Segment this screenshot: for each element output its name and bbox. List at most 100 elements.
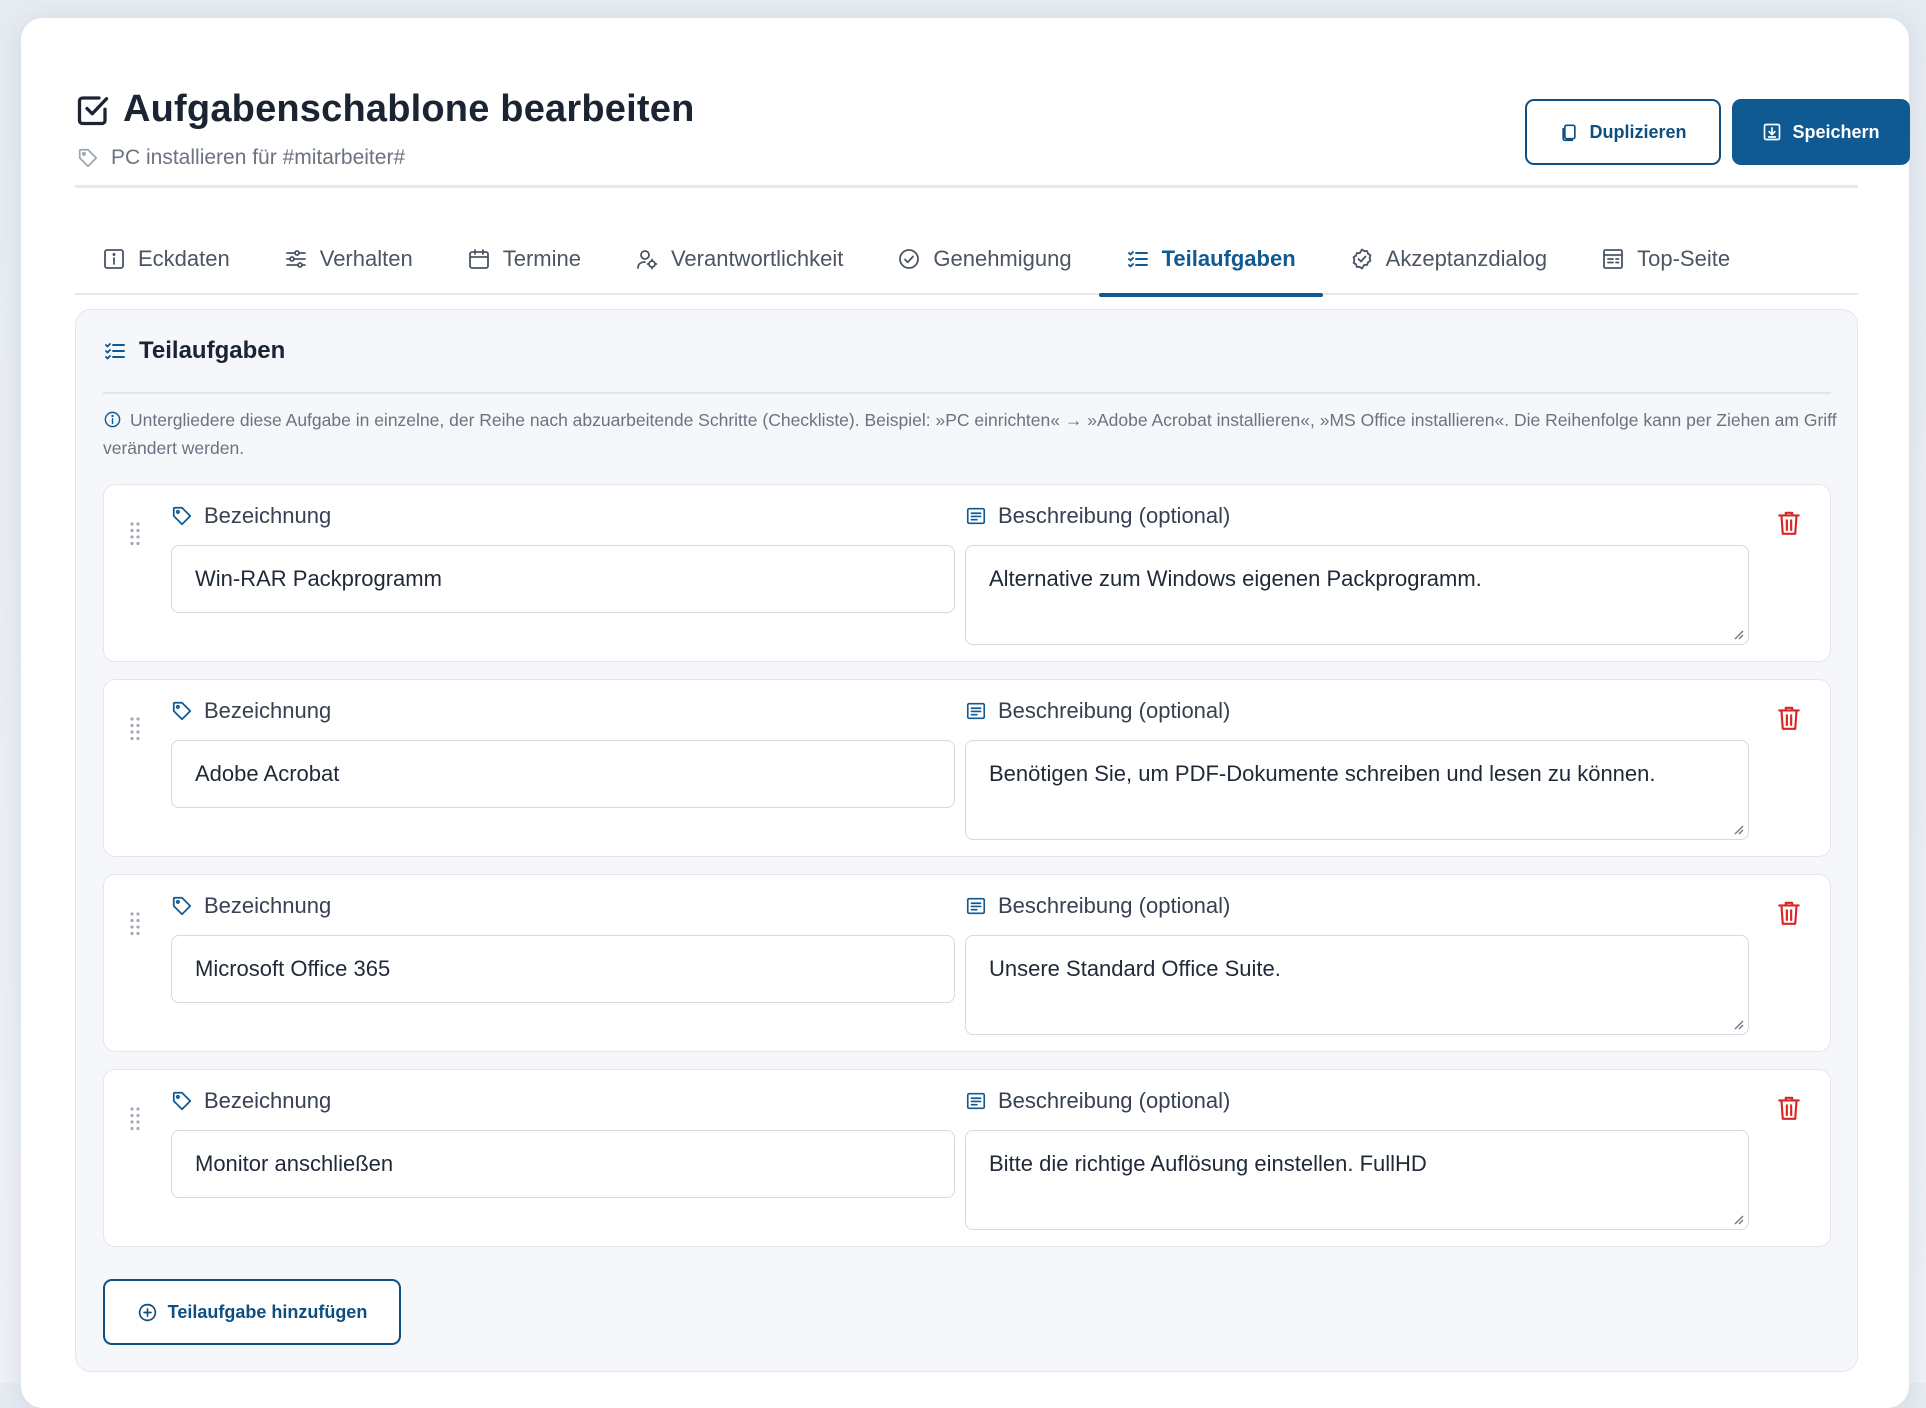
tab-label: Termine [502, 246, 581, 271]
description-label: Beschreibung (optional) [965, 1088, 1230, 1114]
tab-label: Top-Seite [1637, 246, 1731, 271]
layout-icon [1603, 249, 1624, 269]
subtask-name-input[interactable]: Monitor anschließen [171, 1130, 955, 1198]
name-label: Bezeichnung [171, 503, 331, 529]
name-label: Bezeichnung [171, 1088, 331, 1114]
subtask-row: Bezeichnung Beschreibung (optional) Micr… [103, 874, 1831, 1052]
sliders-icon [285, 250, 306, 268]
textarea-value: Benötigen Sie, um PDF-Dokumente schreibe… [989, 761, 1656, 786]
name-label-text: Bezeichnung [204, 1088, 332, 1113]
subtask-description-textarea[interactable]: Unsere Standard Office Suite. [965, 935, 1749, 1035]
tab-top-seite[interactable]: Top-Seite [1574, 223, 1757, 295]
user-gear-icon [637, 250, 658, 270]
tab-teilaufgaben[interactable]: Teilaufgaben [1098, 223, 1323, 297]
name-label-text: Bezeichnung [204, 503, 332, 528]
text-lines-icon [966, 1092, 986, 1110]
info-circle-icon [104, 411, 121, 428]
description-label-text: Beschreibung (optional) [998, 893, 1231, 918]
text-lines-icon [966, 702, 986, 720]
drag-handle-icon[interactable] [129, 911, 141, 937]
subtask-row: Bezeichnung Beschreibung (optional) Win-… [103, 484, 1831, 662]
tab-label: Akzeptanzdialog [1385, 246, 1548, 271]
subtask-description-textarea[interactable]: Benötigen Sie, um PDF-Dokumente schreibe… [965, 740, 1749, 840]
trash-icon[interactable] [1776, 509, 1802, 537]
tab-verhalten[interactable]: Verhalten [257, 223, 440, 295]
title-row: Aufgabenschablone bearbeiten [75, 88, 694, 131]
duplicate-button[interactable]: Duplizieren [1525, 99, 1721, 165]
tab-akzeptanzdialog[interactable]: Akzeptanzdialog [1323, 223, 1574, 295]
checkbox-checked-icon [77, 95, 109, 125]
tab-eckdaten[interactable]: Eckdaten [75, 223, 257, 295]
drag-handle-icon[interactable] [129, 1106, 141, 1132]
subtask-name-input[interactable]: Microsoft Office 365 [171, 935, 955, 1003]
duplicate-label: Duplizieren [1589, 121, 1687, 142]
add-subtask-button[interactable]: Teilaufgabe hinzufügen [103, 1279, 401, 1345]
subtask-name-input[interactable]: Win-RAR Packprogramm [171, 545, 955, 613]
subtask-name-input[interactable]: Adobe Acrobat [171, 740, 955, 808]
name-label-text: Bezeichnung [204, 698, 332, 723]
textarea-value: Alternative zum Windows eigenen Packprog… [989, 566, 1482, 591]
tag-icon [172, 701, 192, 721]
tag-icon [78, 148, 98, 168]
list-check-icon [105, 343, 125, 360]
add-subtask-label: Teilaufgabe hinzufügen [167, 1301, 368, 1322]
tab-label: Teilaufgaben [1161, 246, 1296, 271]
name-label: Bezeichnung [171, 698, 331, 724]
tab-label: Verantwortlichkeit [670, 246, 844, 271]
tag-icon [172, 506, 192, 526]
subtasks-panel: Teilaufgaben Untergliedere diese Aufgabe… [75, 309, 1858, 1372]
text-lines-icon [966, 897, 986, 915]
trash-icon[interactable] [1776, 899, 1802, 927]
tab-genehmigung[interactable]: Genehmigung [870, 223, 1098, 295]
drag-handle-icon[interactable] [129, 716, 141, 742]
tab-label: Verhalten [319, 246, 413, 271]
page-title: Aufgabenschablone bearbeiten [123, 88, 695, 130]
hint-text: Untergliedere diese Aufgabe in einzelne,… [103, 406, 1843, 462]
name-label-text: Bezeichnung [204, 893, 332, 918]
tag-icon [172, 1091, 192, 1111]
tab-verantwortlichkeit[interactable]: Verantwortlichkeit [608, 223, 870, 295]
tag-icon [172, 896, 192, 916]
save-icon [1764, 123, 1781, 141]
tab-termine[interactable]: Termine [440, 223, 608, 295]
check-circle-icon [899, 249, 920, 269]
trash-icon[interactable] [1776, 704, 1802, 732]
description-label: Beschreibung (optional) [965, 893, 1230, 919]
description-label: Beschreibung (optional) [965, 503, 1230, 529]
subtask-description-textarea[interactable]: Alternative zum Windows eigenen Packprog… [965, 545, 1749, 645]
badge-check-icon [1352, 248, 1371, 270]
textarea-value: Bitte die richtige Auflösung einstellen.… [989, 1151, 1427, 1176]
resize-handle-icon[interactable] [1732, 628, 1744, 640]
description-label-text: Beschreibung (optional) [998, 1088, 1231, 1113]
description-label-text: Beschreibung (optional) [998, 698, 1231, 723]
name-label: Bezeichnung [171, 893, 331, 919]
page-subtitle: PC installieren für #mitarbeiter# [111, 146, 406, 169]
tab-label: Genehmigung [933, 246, 1072, 271]
save-label: Speichern [1792, 121, 1880, 142]
copy-icon [1562, 124, 1577, 142]
drag-handle-icon[interactable] [129, 521, 141, 547]
subtitle-row: PC installieren für #mitarbeiter# [77, 146, 405, 170]
resize-handle-icon[interactable] [1732, 823, 1744, 835]
description-label-text: Beschreibung (optional) [998, 503, 1231, 528]
text-lines-icon [966, 507, 986, 525]
resize-handle-icon[interactable] [1732, 1213, 1744, 1225]
editor-card: Aufgabenschablone bearbeiten PC installi… [21, 18, 1910, 1408]
tab-bar: Eckdaten Verhalten Termine Verantwortlic… [75, 223, 1858, 297]
description-label: Beschreibung (optional) [965, 698, 1230, 724]
tab-label: Eckdaten [138, 246, 230, 271]
list-check-icon [1127, 251, 1148, 268]
panel-header: Teilaufgaben [103, 332, 1831, 394]
subtask-row: Bezeichnung Beschreibung (optional) Adob… [103, 679, 1831, 857]
trash-icon[interactable] [1776, 1094, 1802, 1122]
panel-title: Teilaufgaben [139, 337, 286, 364]
hint-content: Untergliedere diese Aufgabe in einzelne,… [103, 410, 1837, 458]
textarea-value: Unsere Standard Office Suite. [989, 956, 1281, 981]
page-header: Aufgabenschablone bearbeiten PC installi… [75, 70, 1910, 188]
resize-handle-icon[interactable] [1732, 1018, 1744, 1030]
subtask-row: Bezeichnung Beschreibung (optional) Moni… [103, 1069, 1831, 1247]
calendar-icon [468, 249, 489, 269]
save-button[interactable]: Speichern [1732, 99, 1910, 165]
plus-circle-icon [138, 1303, 156, 1321]
subtask-description-textarea[interactable]: Bitte die richtige Auflösung einstellen.… [965, 1130, 1749, 1230]
